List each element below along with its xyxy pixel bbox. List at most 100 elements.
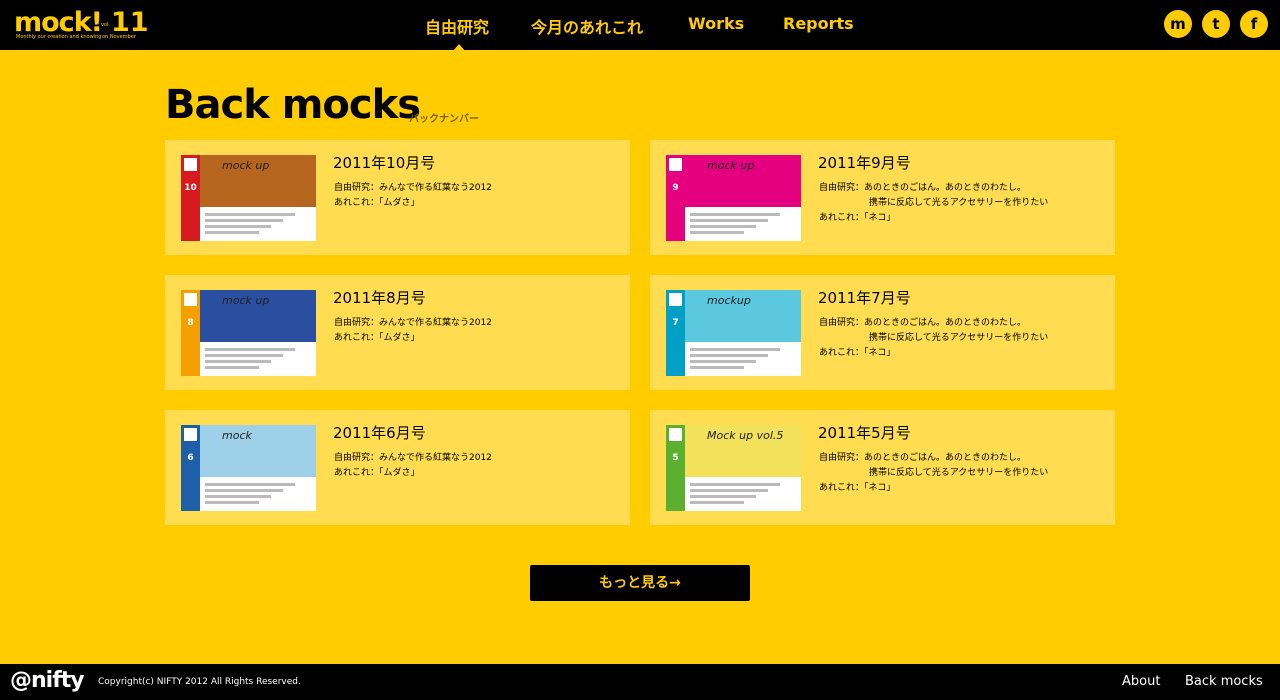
thumbnail-text-line — [690, 489, 768, 492]
thumbnail-text-line — [205, 483, 295, 486]
issue-detail-line: 携帯に反応して光るアクセサリーを作りたい — [869, 333, 1049, 343]
issue-detail-line: あれこれ：「ネコ」 — [819, 348, 896, 358]
thumbnail-logo-icon — [184, 158, 197, 171]
page-subtitle: バックナンバー — [409, 114, 479, 125]
issue-detail-line: 携帯に反応して光るアクセサリーを作りたい — [869, 468, 1049, 478]
issue-thumbnail[interactable]: 7 mockup — [666, 290, 801, 376]
thumbnail-text-line — [690, 231, 744, 234]
issue-title[interactable]: 2011年5月号 — [818, 422, 911, 443]
thumbnail-hero-text: Mock up vol.5 — [707, 429, 784, 442]
thumbnail-hero-text: mock — [222, 429, 252, 442]
thumbnail-text-line — [205, 213, 295, 216]
thumbnail-text-line — [205, 501, 259, 504]
thumbnail-text-line — [205, 225, 271, 228]
thumbnail-sidebar: 9 — [666, 155, 685, 241]
issue-detail-line: 自由研究：みんなで作る紅葉なう2012 — [334, 453, 492, 463]
thumbnail-text-line — [205, 366, 259, 369]
page-title: Back mocks — [165, 82, 421, 128]
thumbnail-text-line — [205, 489, 283, 492]
issue-thumbnail[interactable]: 9 mock up — [666, 155, 801, 241]
nifty-logo[interactable]: @nifty — [10, 668, 85, 693]
thumbnail-text-line — [205, 348, 295, 351]
thumbnail-issue-number: 8 — [187, 318, 194, 328]
thumbnail-logo-icon — [184, 293, 197, 306]
issue-card[interactable]: 8 mock up 2011年8月号自由研究：みんなで作る紅葉なう2012 あれこれ：… — [165, 275, 630, 390]
footer-link-back-mocks[interactable]: Back mocks — [1185, 674, 1263, 689]
issue-detail-line: あれこれ：「ネコ」 — [819, 483, 896, 493]
thumbnail-text-line — [690, 219, 768, 222]
logo-month: on November — [102, 34, 136, 40]
nav-item-works[interactable]: Works — [688, 14, 744, 33]
thumbnail-text-line — [205, 219, 283, 222]
thumbnail-text-line — [690, 213, 780, 216]
thumbnail-sidebar: 10 — [181, 155, 200, 241]
issue-card[interactable]: 9 mock up 2011年9月号自由研究：あのときのごはん。あのときのわたし。携… — [650, 140, 1115, 255]
nav-item-jiyu-kenkyu[interactable]: 自由研究 — [425, 14, 489, 38]
thumbnail-issue-number: 6 — [187, 453, 194, 463]
issue-card[interactable]: 5 Mock up vol.5 2011年5月号 自由研究：あのときのごはん。あのとき… — [650, 410, 1115, 525]
issue-card[interactable]: 7 mockup 2011年7月号自由研究：あのときのごはん。あのときのわたし。携帯… — [650, 275, 1115, 390]
issue-thumbnail[interactable]: 6 mock — [181, 425, 316, 511]
issue-thumbnail[interactable]: 8 mock up — [181, 290, 316, 376]
thumbnail-hero-image: mockup — [685, 290, 801, 342]
thumbnail-hero-image: Mock up vol.5 — [685, 425, 801, 477]
thumbnail-logo-icon — [184, 428, 197, 441]
thumbnail-issue-number: 7 — [672, 318, 679, 328]
thumbnail-sidebar: 7 — [666, 290, 685, 376]
issue-detail-line: 自由研究：あのときのごはん。あのときのわたし。 — [819, 183, 1027, 193]
thumbnail-logo-icon — [669, 158, 682, 171]
thumbnail-issue-number: 5 — [672, 453, 679, 463]
thumbnail-hero-text: mock up — [222, 294, 270, 307]
nav-item-kongetsu[interactable]: 今月のあれこれ — [531, 14, 643, 38]
thumbnail-logo-icon — [669, 428, 682, 441]
issue-title[interactable]: 2011年10月号 — [333, 152, 435, 173]
issue-detail-line: あれこれ：「ムダさ」 — [334, 198, 420, 208]
issue-detail-line: あれこれ：「ムダさ」 — [334, 333, 420, 343]
thumbnail-hero-image: mock up — [685, 155, 801, 207]
issue-title[interactable]: 2011年8月号 — [333, 287, 426, 308]
issue-detail-line: 携帯に反応して光るアクセサリーを作りたい — [869, 198, 1049, 208]
thumbnail-issue-number: 9 — [672, 183, 679, 193]
thumbnail-sidebar: 8 — [181, 290, 200, 376]
issue-title[interactable]: 2011年7月号 — [818, 287, 911, 308]
thumbnail-hero-text: mockup — [707, 294, 751, 307]
issue-detail-line: あれこれ：「ネコ」 — [819, 213, 896, 223]
twitter-icon[interactable]: t — [1202, 10, 1230, 38]
issue-card[interactable]: 6 mock 2011年6月号自由研究：みんなで作る紅葉なう2012 あれこれ：「ムダ… — [165, 410, 630, 525]
issue-card[interactable]: 10 mock up 2011年10月号自由研究：みんなで作る紅葉なう2012 あれこ… — [165, 140, 630, 255]
thumbnail-text-line — [690, 483, 780, 486]
top-navigation-bar: mock! vol. 11 Monthly our creation and k… — [0, 0, 1280, 52]
active-nav-indicator — [452, 44, 466, 52]
thumbnail-hero-image: mock up — [200, 155, 316, 207]
logo-vol: vol. — [101, 22, 110, 28]
thumbnail-sidebar: 6 — [181, 425, 200, 511]
copyright-text: Copyright(c) NIFTY 2012 All Rights Reser… — [98, 677, 301, 687]
issue-detail-line: 自由研究：みんなで作る紅葉なう2012 — [334, 318, 492, 328]
footer-link-about[interactable]: About — [1122, 674, 1160, 689]
issue-thumbnail[interactable]: 10 mock up — [181, 155, 316, 241]
thumbnail-text-line — [205, 495, 271, 498]
issue-thumbnail[interactable]: 5 Mock up vol.5 — [666, 425, 801, 511]
thumbnail-text-line — [690, 366, 744, 369]
issue-title[interactable]: 2011年6月号 — [333, 422, 426, 443]
mock-logo[interactable]: mock! vol. 11 Monthly our creation and k… — [14, 8, 149, 44]
mock-icon[interactable]: m — [1164, 10, 1192, 38]
thumbnail-text-line — [690, 354, 768, 357]
thumbnail-hero-image: mock up — [200, 290, 316, 342]
more-button[interactable]: もっと見る→ — [530, 565, 750, 601]
thumbnail-issue-number: 10 — [184, 183, 197, 193]
thumbnail-hero-text: mock up — [707, 159, 755, 172]
thumbnail-text-line — [690, 501, 744, 504]
issue-detail-line: あれこれ：「ムダさ」 — [334, 468, 420, 478]
thumbnail-text-line — [205, 231, 259, 234]
issue-detail-line: 自由研究：あのときのごはん。あのときのわたし。 — [819, 318, 1027, 328]
nav-item-reports[interactable]: Reports — [783, 14, 854, 33]
thumbnail-hero-text: mock up — [222, 159, 270, 172]
thumbnail-hero-image: mock — [200, 425, 316, 477]
facebook-icon[interactable]: f — [1240, 10, 1268, 38]
thumbnail-text-line — [690, 348, 780, 351]
issue-detail-line: 自由研究：みんなで作る紅葉なう2012 — [334, 183, 492, 193]
thumbnail-text-line — [690, 495, 756, 498]
thumbnail-text-line — [205, 360, 271, 363]
issue-title[interactable]: 2011年9月号 — [818, 152, 911, 173]
